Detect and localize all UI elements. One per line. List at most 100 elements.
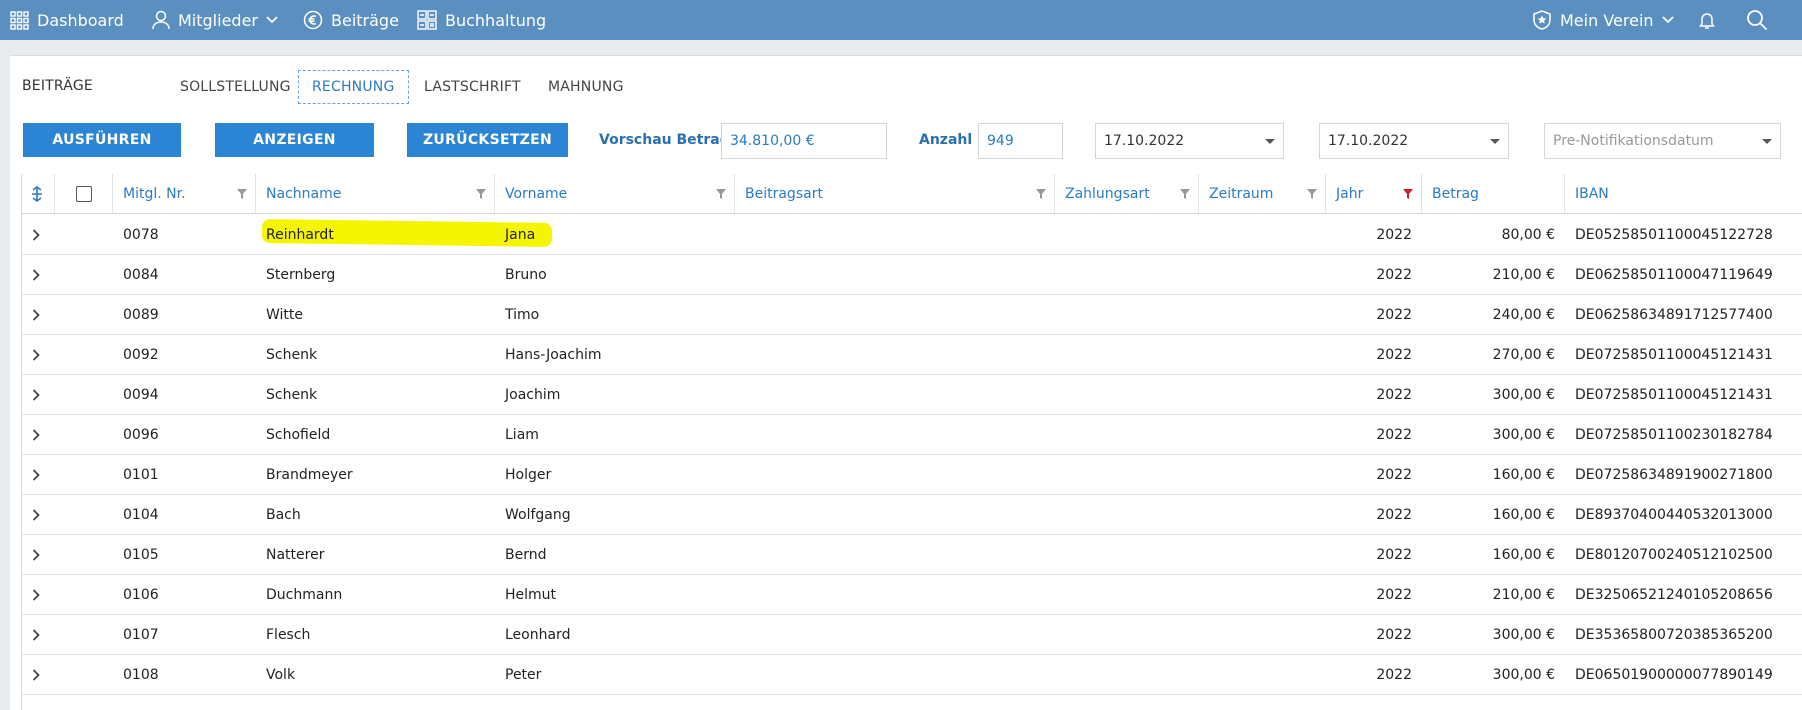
nav-beitraege[interactable]: Beiträge: [303, 0, 399, 40]
col-mitgl-nr[interactable]: Mitgl. Nr.: [113, 174, 256, 213]
select-all-checkbox-cell: [55, 174, 113, 213]
cell-iban: DE80120700240512102500: [1575, 546, 1773, 563]
cell-betrag: 300,00 €: [1492, 426, 1555, 443]
col-mitgl-nr-label: Mitgl. Nr.: [123, 185, 186, 202]
filter-icon[interactable]: [1180, 188, 1190, 199]
col-jahr[interactable]: Jahr: [1326, 174, 1422, 213]
row-expand-toggle[interactable]: [22, 295, 55, 334]
filter-icon[interactable]: [476, 188, 486, 199]
table-row[interactable]: 0078 Reinhardt Jana 2022 80,00 € DE0525850110…: [22, 215, 1802, 255]
row-expand-toggle[interactable]: [22, 615, 55, 654]
expand-all-toggle[interactable]: [22, 174, 55, 213]
col-iban[interactable]: IBAN: [1565, 174, 1802, 213]
table-row[interactable]: 0107 Flesch Leonhard 2022 300,00 € DE35365800…: [22, 615, 1802, 655]
row-expand-toggle[interactable]: [22, 535, 55, 574]
filter-icon[interactable]: [237, 188, 247, 199]
nav-buchhaltung-label: Buchhaltung: [445, 10, 547, 30]
table-row[interactable]: 0105 Natterer Bernd 2022 160,00 € DE801207002…: [22, 535, 1802, 575]
col-nachname-label: Nachname: [266, 185, 342, 202]
vorschau-betrag-field[interactable]: 34.810,00 €: [721, 123, 887, 159]
chevron-right-icon: [32, 628, 40, 641]
anzahl-label: Anzahl: [919, 132, 973, 148]
cell-iban: DE35365800720385365200: [1575, 626, 1773, 643]
nav-mitglieder-label: Mitglieder: [178, 10, 258, 30]
table-row[interactable]: 0094 Schenk Joachim 2022 300,00 € DE072585011…: [22, 375, 1802, 415]
col-nachname[interactable]: Nachname: [256, 174, 495, 213]
row-expand-toggle[interactable]: [22, 215, 55, 254]
col-zahlungsart-label: Zahlungsart: [1065, 185, 1150, 202]
euro-icon: [303, 10, 323, 30]
caret-down-icon: [1762, 138, 1772, 144]
table-row[interactable]: 0092 Schenk Hans-Joachim 2022 270,00 € DE0725…: [22, 335, 1802, 375]
nav-mitglieder[interactable]: Mitglieder: [152, 0, 278, 40]
table-row[interactable]: 0104 Bach Wolfgang 2022 160,00 € DE8937040044…: [22, 495, 1802, 535]
col-vorname[interactable]: Vorname: [495, 174, 735, 213]
row-expand-toggle[interactable]: [22, 335, 55, 374]
date-to-value: 17.10.2022: [1328, 133, 1409, 149]
tab-sollstellung[interactable]: SOLLSTELLUNG: [167, 70, 304, 104]
table-row[interactable]: 0101 Brandmeyer Holger 2022 160,00 € DE072586…: [22, 455, 1802, 495]
nav-mein-verein[interactable]: Mein Verein: [1532, 0, 1674, 40]
table-row[interactable]: 0089 Witte Timo 2022 240,00 € DE0625863489171…: [22, 295, 1802, 335]
cell-jahr: 2022: [1376, 666, 1412, 683]
select-all-checkbox[interactable]: [75, 185, 92, 202]
row-expand-toggle[interactable]: [22, 655, 55, 694]
cell-mitgl-nr: 0078: [123, 226, 159, 243]
tab-mahnung[interactable]: MAHNUNG: [535, 70, 637, 104]
ausfuehren-button[interactable]: AUSFÜHREN: [23, 123, 181, 157]
row-expand-toggle[interactable]: [22, 375, 55, 414]
pre-notification-date-select[interactable]: Pre-Notifikationsdatum: [1544, 123, 1781, 159]
cell-betrag: 240,00 €: [1492, 306, 1555, 323]
cell-betrag: 80,00 €: [1501, 226, 1555, 243]
cell-nachname: Schenk: [266, 346, 318, 363]
cell-nachname: Bach: [266, 506, 301, 523]
cell-iban: DE06258634891712577400: [1575, 306, 1773, 323]
cell-jahr: 2022: [1376, 506, 1412, 523]
anzeigen-button[interactable]: ANZEIGEN: [215, 123, 374, 157]
zuruecksetzen-button[interactable]: ZURÜCKSETZEN: [407, 123, 568, 157]
nav-dashboard[interactable]: Dashboard: [10, 0, 124, 40]
table-row[interactable]: 0096 Schofield Liam 2022 300,00 € DE072585011…: [22, 415, 1802, 455]
col-beitragsart[interactable]: Beitragsart: [735, 174, 1055, 213]
notifications-button[interactable]: [1697, 0, 1717, 40]
search-button[interactable]: [1746, 0, 1768, 40]
table-row[interactable]: 0084 Sternberg Bruno 2022 210,00 € DE06258501…: [22, 255, 1802, 295]
filter-icon[interactable]: [1036, 188, 1046, 199]
cell-vorname: Liam: [505, 426, 539, 443]
cell-iban: DE07258501100045121431: [1575, 386, 1773, 403]
filter-icon[interactable]: [1307, 188, 1317, 199]
pre-notification-placeholder: Pre-Notifikationsdatum: [1553, 133, 1714, 149]
row-expand-toggle[interactable]: [22, 415, 55, 454]
row-expand-toggle[interactable]: [22, 455, 55, 494]
anzahl-field[interactable]: 949: [978, 123, 1063, 159]
date-from-select[interactable]: 17.10.2022: [1095, 123, 1284, 159]
chevron-down-icon: [266, 16, 278, 24]
chevron-right-icon: [32, 388, 40, 401]
chevron-right-icon: [32, 308, 40, 321]
cell-jahr: 2022: [1376, 546, 1412, 563]
filter-icon[interactable]: [716, 188, 726, 199]
cell-nachname: Schofield: [266, 426, 331, 443]
cell-vorname: Holger: [505, 466, 552, 483]
cell-iban: DE89370400440532013000: [1575, 506, 1773, 523]
cell-mitgl-nr: 0101: [123, 466, 159, 483]
col-zeitraum[interactable]: Zeitraum: [1199, 174, 1326, 213]
user-icon: [152, 10, 170, 30]
top-navigation: Dashboard Mitglieder Beiträge Buchhaltun…: [0, 0, 1802, 40]
row-expand-toggle[interactable]: [22, 255, 55, 294]
vorschau-betrag-label: Vorschau Betrag: [599, 132, 730, 148]
cell-vorname: Bernd: [505, 546, 547, 563]
row-expand-toggle[interactable]: [22, 575, 55, 614]
tab-rechnung[interactable]: RECHNUNG: [298, 70, 409, 104]
date-to-select[interactable]: 17.10.2022: [1319, 123, 1509, 159]
active-filter-icon[interactable]: [1403, 188, 1413, 199]
tab-lastschrift[interactable]: LASTSCHRIFT: [411, 70, 534, 104]
cell-vorname: Wolfgang: [505, 506, 571, 523]
cell-nachname: Reinhardt: [266, 226, 334, 243]
table-row[interactable]: 0108 Volk Peter 2022 300,00 € DE0650190000007…: [22, 655, 1802, 695]
table-row[interactable]: 0106 Duchmann Helmut 2022 210,00 € DE32506521…: [22, 575, 1802, 615]
nav-buchhaltung[interactable]: Buchhaltung: [417, 0, 546, 40]
col-zahlungsart[interactable]: Zahlungsart: [1055, 174, 1199, 213]
col-betrag[interactable]: Betrag: [1422, 174, 1565, 213]
row-expand-toggle[interactable]: [22, 495, 55, 534]
